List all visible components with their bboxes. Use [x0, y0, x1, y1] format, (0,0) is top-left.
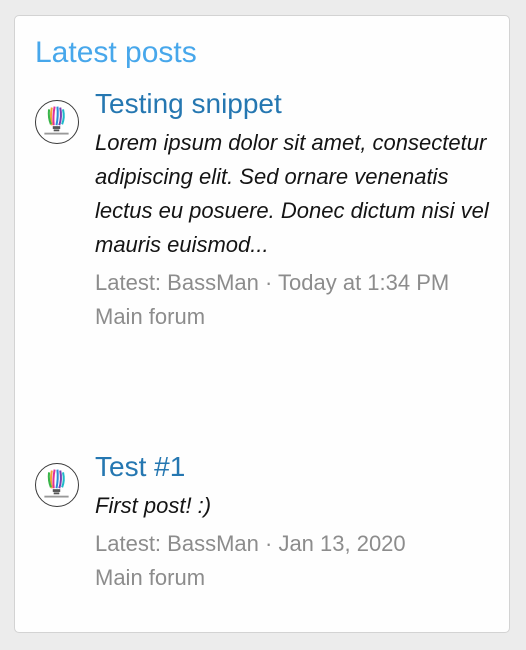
post-snippet: First post! :) [95, 493, 212, 518]
latest-prefix: Latest: [95, 531, 168, 556]
post-meta: Latest: BassMan · Today at 1:34 PM [95, 266, 491, 300]
lightbulb-logo-icon[interactable] [35, 100, 79, 144]
latest-posts-widget: Latest posts Testing snippet Lorem ipsum… [14, 15, 510, 633]
post-meta: Latest: BassMan · Jan 13, 2020 [95, 527, 491, 561]
meta-separator: · [258, 531, 279, 556]
post-title-link[interactable]: Testing snippet [95, 86, 491, 122]
author-link[interactable]: BassMan [167, 270, 259, 295]
post-time-link[interactable]: Jan 13, 2020 [278, 531, 405, 556]
forum-link[interactable]: Main forum [95, 561, 491, 595]
latest-prefix: Latest: [95, 270, 168, 295]
post-time-link[interactable]: Today at 1:34 PM [278, 270, 449, 295]
lightbulb-logo-icon[interactable] [35, 463, 79, 507]
meta-separator: · [258, 270, 279, 295]
forum-link[interactable]: Main forum [95, 300, 491, 334]
post-title-link[interactable]: Test #1 [95, 449, 491, 485]
post-snippet: Lorem ipsum dolor sit amet, consectetur … [95, 130, 489, 257]
author-link[interactable]: BassMan [167, 531, 259, 556]
widget-title[interactable]: Latest posts [35, 35, 197, 71]
